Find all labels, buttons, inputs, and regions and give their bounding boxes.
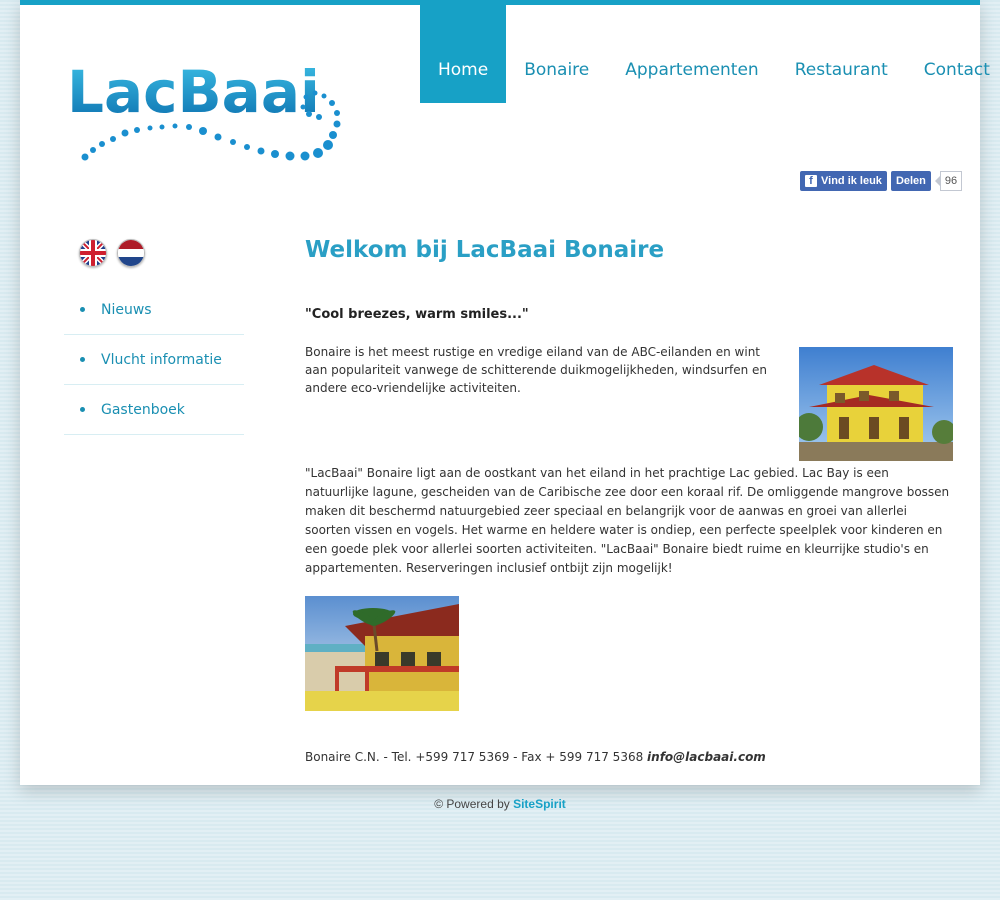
page-container: LacBaai Home Bonaire Appartementen Resta… [20, 0, 990, 785]
page-title: Welkom bij LacBaai Bonaire [305, 237, 665, 263]
like-count: 96 [934, 171, 963, 191]
like-label: Vind ik leuk [821, 175, 882, 187]
sidebar-item-vlucht-informatie[interactable]: Vlucht informatie [64, 335, 244, 385]
nav-bonaire[interactable]: Bonaire [506, 5, 607, 103]
sidebar-item-gastenboek[interactable]: Gastenboek [64, 385, 244, 435]
footer-sitespirit-link[interactable]: SiteSpirit [513, 797, 566, 811]
uk-flag-icon[interactable] [79, 239, 107, 267]
bullet-icon [80, 407, 85, 412]
nav-restaurant[interactable]: Restaurant [777, 5, 906, 103]
lacbaai-logo[interactable]: LacBaai [65, 57, 365, 177]
nav-appartementen[interactable]: Appartementen [607, 5, 776, 103]
nav-home[interactable]: Home [420, 5, 507, 103]
contact-info: Bonaire C.N. - Tel. +599 717 5369 - Fax … [305, 750, 766, 764]
description-paragraph: "LacBaai" Bonaire ligt aan de oostkant v… [305, 466, 950, 575]
bullet-icon [80, 307, 85, 312]
sidebar-menu: Nieuws Vlucht informatie Gastenboek [64, 285, 244, 435]
facebook-icon: f [805, 175, 817, 187]
sidebar-item-label: Nieuws [101, 301, 152, 318]
slogan: "Cool breezes, warm smiles..." [305, 307, 529, 322]
footer: © Powered by SiteSpirit [0, 797, 1000, 811]
terrace-photo [305, 596, 459, 711]
footer-powered-by: © Powered by [434, 797, 514, 811]
bullet-icon [80, 357, 85, 362]
facebook-like-button[interactable]: f Vind ik leuk [800, 171, 887, 191]
sidebar-item-nieuws[interactable]: Nieuws [64, 285, 244, 335]
sidebar-item-label: Gastenboek [101, 401, 185, 418]
intro-paragraph: Bonaire is het meest rustige en vredige … [305, 345, 768, 395]
contact-text: Bonaire C.N. - Tel. +599 717 5369 - Fax … [305, 750, 648, 764]
nav-contact[interactable]: Contact [906, 5, 1000, 103]
language-switcher [79, 239, 145, 267]
logo-wordmark: LacBaai [67, 58, 320, 126]
sidebar-item-label: Vlucht informatie [101, 351, 222, 368]
main-content: Welkom bij LacBaai Bonaire "Cool breezes… [305, 237, 956, 764]
contact-email[interactable]: info@lacbaai.com [647, 750, 766, 764]
share-label: Delen [895, 175, 926, 187]
facebook-widget: f Vind ik leuk Delen 96 [800, 171, 963, 191]
hotel-building-photo [795, 347, 956, 461]
facebook-share-button[interactable]: Delen [890, 171, 931, 191]
main-navigation: Home Bonaire Appartementen Restaurant Co… [420, 5, 1000, 103]
nl-flag-icon[interactable] [117, 239, 145, 267]
